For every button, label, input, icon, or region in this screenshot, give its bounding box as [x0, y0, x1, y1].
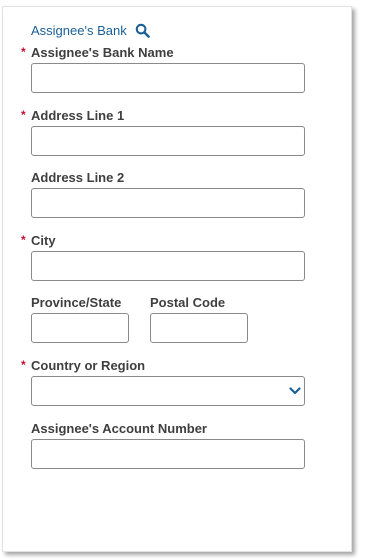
postal-code-label: Postal Code — [150, 294, 226, 310]
postal-code-field: Postal Code — [150, 294, 248, 343]
search-icon[interactable] — [135, 23, 150, 38]
address-line-1-field: * Address Line 1 — [21, 107, 305, 156]
account-number-label: Assignee's Account Number — [31, 420, 207, 436]
address-line-2-field: Address Line 2 — [31, 169, 305, 218]
account-number-field: Assignee's Account Number — [31, 420, 305, 469]
required-marker: * — [21, 108, 26, 122]
province-state-input[interactable] — [31, 313, 129, 343]
bank-name-label: Assignee's Bank Name — [31, 44, 174, 60]
bank-name-field: * Assignee's Bank Name — [21, 44, 305, 93]
country-region-label: Country or Region — [31, 357, 146, 373]
assignee-bank-lookup[interactable]: Assignee's Bank — [31, 21, 150, 39]
province-state-field: Province/State — [31, 294, 129, 343]
city-field: * City — [21, 232, 305, 281]
address-line-1-input[interactable] — [31, 126, 305, 156]
assignee-bank-link[interactable]: Assignee's Bank — [31, 23, 127, 38]
address-line-2-input[interactable] — [31, 188, 305, 218]
address-line-1-label: Address Line 1 — [31, 107, 125, 123]
city-input[interactable] — [31, 251, 305, 281]
required-marker: * — [21, 45, 26, 59]
address-line-2-label: Address Line 2 — [31, 169, 125, 185]
required-marker: * — [21, 358, 26, 372]
country-region-select[interactable] — [31, 376, 305, 406]
city-label: City — [31, 232, 56, 248]
country-region-field: * Country or Region — [21, 357, 305, 406]
required-marker: * — [21, 233, 26, 247]
bank-details-panel: Assignee's Bank * Assignee's Bank Name *… — [2, 6, 352, 552]
province-state-label: Province/State — [31, 294, 122, 310]
bank-name-input[interactable] — [31, 63, 305, 93]
chevron-down-icon — [289, 387, 301, 395]
dropdown-toggle[interactable] — [286, 377, 304, 405]
postal-code-input[interactable] — [150, 313, 248, 343]
account-number-input[interactable] — [31, 439, 305, 469]
